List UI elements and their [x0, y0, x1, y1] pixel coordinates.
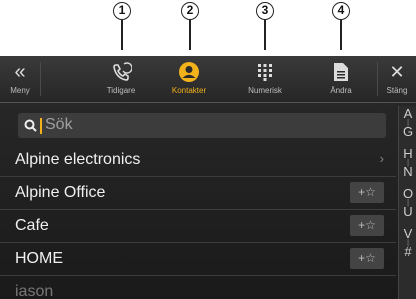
- contact-name: Alpine Office: [15, 184, 106, 201]
- index-letter[interactable]: U: [399, 205, 416, 218]
- contact-row[interactable]: Alpine electronics ›: [0, 144, 396, 177]
- divider: [40, 62, 41, 96]
- keypad-icon: [230, 60, 300, 84]
- tab-menu-label: Meny: [10, 86, 30, 95]
- callout-2: 2: [181, 2, 199, 20]
- add-favorite-button[interactable]: +☆: [350, 248, 384, 269]
- contact-row[interactable]: Cafe +☆: [0, 210, 396, 243]
- callout-line: [121, 20, 123, 50]
- search-icon: [24, 119, 37, 132]
- recent-calls-icon: [80, 60, 162, 84]
- text-cursor: [40, 118, 42, 134]
- tab-close[interactable]: ✕ Stäng: [378, 56, 416, 102]
- tab-numeric[interactable]: Numerisk: [230, 56, 300, 102]
- tab-recent[interactable]: Tidigare: [80, 56, 162, 102]
- double-chevron-left-icon: «: [14, 60, 26, 83]
- callout-line: [189, 20, 191, 50]
- tab-close-label: Stäng: [386, 86, 408, 95]
- contact-name: iason: [15, 283, 54, 299]
- top-tab-bar: « Meny Tidigare Kontakter Numerisk Ändra…: [0, 56, 416, 103]
- tab-contacts-label: Kontakter: [171, 86, 207, 95]
- contact-name: Alpine electronics: [15, 151, 141, 168]
- callout-1: 1: [113, 2, 131, 20]
- phone-contacts-screen: « Meny Tidigare Kontakter Numerisk Ändra…: [0, 56, 416, 299]
- close-icon: ✕: [389, 61, 405, 82]
- index-letter[interactable]: N: [399, 165, 416, 178]
- tab-recent-label: Tidigare: [106, 86, 136, 95]
- tab-edit-label: Ändra: [330, 86, 352, 95]
- tab-edit[interactable]: Ändra: [315, 56, 367, 102]
- index-letter[interactable]: #: [399, 245, 416, 258]
- tab-numeric-label: Numerisk: [248, 86, 282, 95]
- contact-row[interactable]: iason: [0, 276, 396, 299]
- contact-row[interactable]: Alpine Office +☆: [0, 177, 396, 210]
- tab-menu[interactable]: « Meny: [0, 56, 40, 102]
- callout-line: [340, 20, 342, 50]
- callout-strip: 1 2 3 4: [0, 0, 416, 56]
- add-favorite-button[interactable]: +☆: [350, 215, 384, 236]
- add-favorite-button[interactable]: +☆: [350, 182, 384, 203]
- contact-name: Cafe: [15, 217, 49, 234]
- search-input[interactable]: Sök: [18, 113, 386, 138]
- tab-contacts[interactable]: Kontakter: [158, 56, 220, 102]
- search-placeholder: Sök: [45, 116, 73, 133]
- chevron-right-icon: ›: [379, 151, 384, 166]
- index-letter[interactable]: G: [399, 125, 416, 138]
- document-edit-icon: [315, 60, 367, 84]
- callout-line: [264, 20, 266, 50]
- callout-4: 4: [332, 2, 350, 20]
- contact-person-icon: [158, 60, 220, 84]
- alphabet-index[interactable]: A | G H | N O | U V | #: [398, 106, 416, 299]
- contact-name: HOME: [15, 250, 63, 267]
- callout-3: 3: [256, 2, 274, 20]
- contact-row[interactable]: HOME +☆: [0, 243, 396, 276]
